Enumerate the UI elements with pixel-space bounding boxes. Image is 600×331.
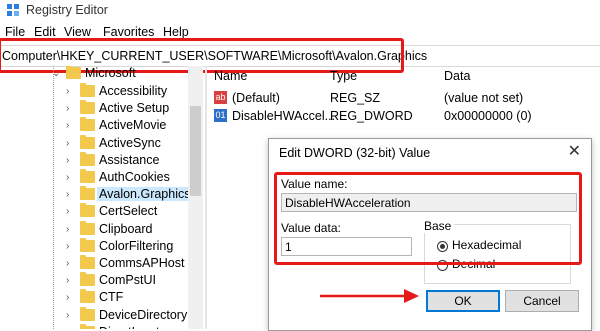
tree-item[interactable]: › Assistance: [0, 151, 188, 169]
tree-item[interactable]: › Active Setup: [0, 100, 188, 117]
arrow-icon: [320, 289, 419, 303]
menu-file[interactable]: File: [5, 25, 25, 39]
column-type[interactable]: Type: [330, 69, 357, 83]
chevron-right-icon[interactable]: ›: [66, 172, 69, 183]
tree-item[interactable]: › CTF: [0, 289, 188, 306]
folder-icon: [80, 272, 95, 287]
tree-item[interactable]: › Accessibility: [0, 83, 188, 100]
folder-icon: [80, 255, 95, 269]
scroll-thumb[interactable]: [190, 106, 201, 196]
folder-icon: [80, 151, 95, 166]
column-name[interactable]: Name: [214, 69, 247, 83]
folder-icon: [80, 169, 95, 183]
column-data[interactable]: Data: [444, 69, 470, 83]
string-value-icon: ab: [214, 91, 227, 104]
chevron-right-icon[interactable]: ›: [66, 206, 69, 217]
tree-item[interactable]: › Clipboard: [0, 220, 188, 238]
chevron-right-icon[interactable]: ›: [66, 155, 69, 166]
chevron-right-icon[interactable]: ›: [66, 138, 69, 149]
pane-splitter[interactable]: [205, 66, 207, 329]
tree-item[interactable]: › ColorFiltering: [0, 237, 188, 255]
window-title: Registry Editor: [26, 3, 108, 17]
tree-item[interactable]: › Avalon.Graphics: [0, 186, 193, 203]
menu-favorites[interactable]: Favorites: [103, 25, 154, 39]
folder-icon: [80, 220, 95, 235]
folder-icon: [80, 83, 95, 97]
menu-view[interactable]: View: [64, 25, 91, 39]
folder-icon: [80, 134, 95, 149]
folder-icon: [80, 237, 95, 252]
tree-item[interactable]: › ComPstUI: [0, 272, 188, 289]
dword-value-icon: 01: [214, 109, 227, 122]
folder-icon: [80, 306, 95, 321]
folder-icon: [66, 66, 81, 79]
chevron-right-icon[interactable]: ›: [66, 258, 69, 269]
folder-icon: [80, 289, 95, 304]
folder-icon: [80, 100, 95, 115]
chevron-right-icon[interactable]: ›: [66, 189, 69, 200]
dialog-annotation-box: [274, 172, 582, 265]
tree-item[interactable]: › CommsAPHost: [0, 255, 188, 272]
folder-icon: [80, 186, 95, 201]
tree-item[interactable]: › ActiveSync: [0, 134, 188, 152]
chevron-down-icon[interactable]: ⌄: [52, 68, 60, 79]
chevron-right-icon[interactable]: ›: [66, 86, 69, 97]
ok-button[interactable]: OK: [426, 290, 500, 312]
dialog-title: Edit DWORD (32-bit) Value: [279, 146, 431, 160]
chevron-right-icon[interactable]: ›: [66, 275, 69, 286]
tree-item[interactable]: › CertSelect: [0, 203, 188, 220]
tree-scrollbar[interactable]: [188, 66, 203, 329]
chevron-right-icon[interactable]: ›: [66, 292, 69, 303]
chevron-right-icon[interactable]: ›: [66, 103, 69, 114]
cancel-button[interactable]: Cancel: [505, 290, 579, 312]
chevron-right-icon[interactable]: ›: [66, 224, 69, 235]
tree-item[interactable]: › AuthCookies: [0, 169, 188, 186]
menu-help[interactable]: Help: [163, 25, 189, 39]
list-header: Name Type Data: [208, 66, 600, 84]
title-bar: Registry Editor: [0, 0, 600, 22]
close-icon[interactable]: ✕: [568, 141, 581, 161]
list-row[interactable]: 01 DisableHWAccel... REG_DWORD 0x0000000…: [208, 107, 600, 125]
tree-item-microsoft[interactable]: ⌄ Microsoft: [0, 66, 188, 82]
list-row[interactable]: ab (Default) REG_SZ (value not set): [208, 89, 600, 107]
tree-item[interactable]: › DeviceDirectory: [0, 306, 188, 324]
menu-edit[interactable]: Edit: [34, 25, 56, 39]
registry-tree: ⌄ Microsoft › Accessibility › Active Setup ›…: [0, 66, 205, 329]
tree-item[interactable]: › ActiveMovie: [0, 117, 188, 134]
folder-icon: [80, 203, 95, 218]
chevron-right-icon[interactable]: ›: [66, 241, 69, 252]
chevron-right-icon[interactable]: ›: [66, 310, 69, 321]
registry-icon: [7, 4, 19, 16]
folder-icon: [80, 117, 95, 132]
chevron-right-icon[interactable]: ›: [66, 120, 69, 131]
tree-item[interactable]: ›DirectInput: [0, 323, 188, 329]
